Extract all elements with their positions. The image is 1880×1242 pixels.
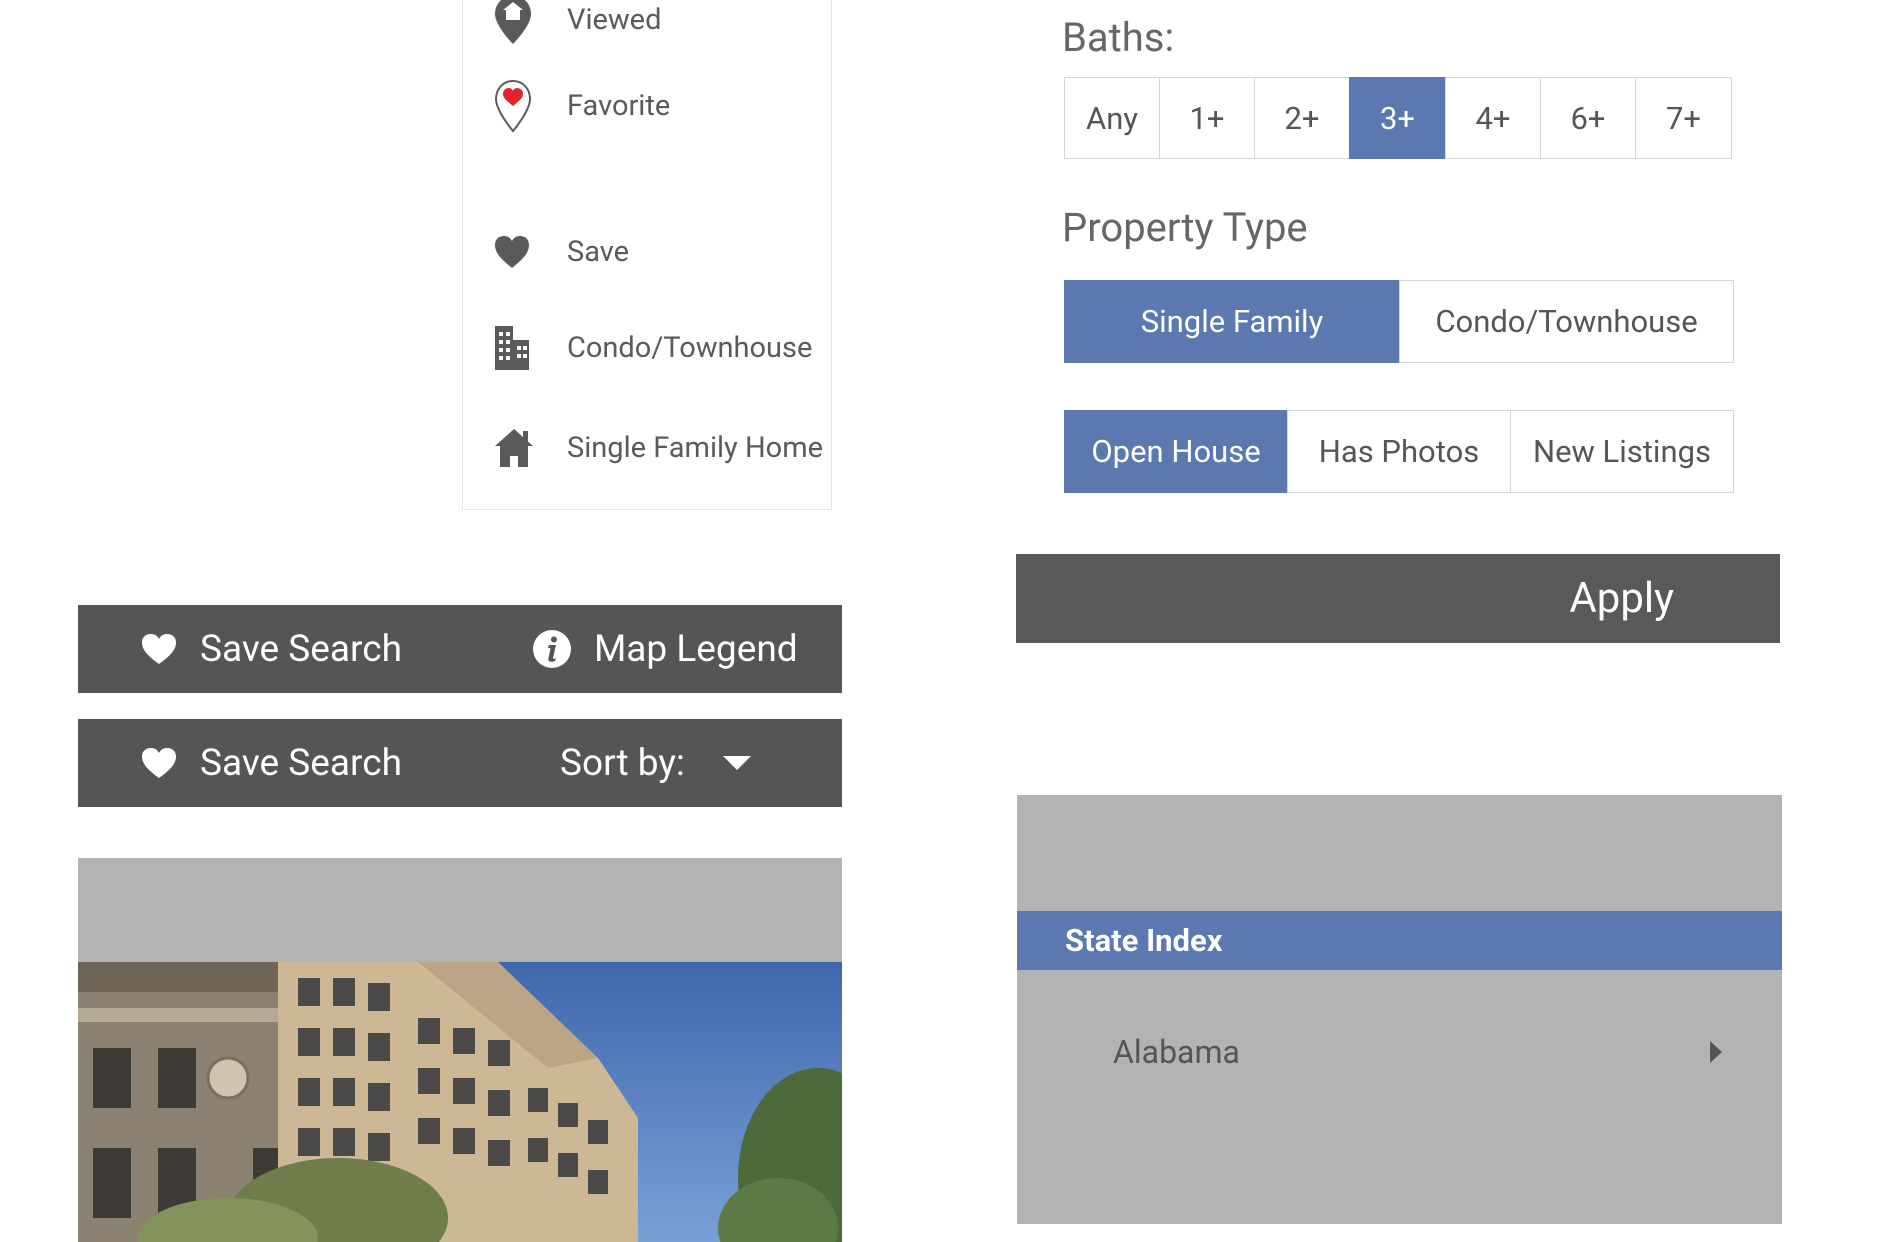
legend-item-save: Save [493, 224, 629, 280]
state-index-header: State Index [1017, 911, 1782, 970]
legend-label: Single Family Home [567, 431, 824, 465]
property-type-title: Property Type [1062, 204, 1308, 251]
heart-icon [140, 746, 178, 780]
baths-selector: Any 1+ 2+ 3+ 4+ 6+ 7+ [1064, 77, 1734, 159]
save-search-label: Save Search [200, 741, 402, 785]
viewed-pin-icon [493, 0, 537, 48]
legend-item-single-family: Single Family Home [493, 420, 823, 476]
property-type-condo[interactable]: Condo/Townhouse [1399, 280, 1734, 363]
legend-item-viewed: Viewed [493, 0, 661, 48]
state-index-title: State Index [1065, 922, 1223, 959]
legend-label: Viewed [567, 3, 662, 37]
state-index-panel: State Index Alabama [1017, 795, 1782, 1224]
baths-option-4[interactable]: 4+ [1445, 77, 1541, 159]
chevron-right-icon [1709, 1041, 1723, 1067]
property-type-single-family[interactable]: Single Family [1064, 280, 1400, 363]
baths-option-2[interactable]: 2+ [1254, 77, 1350, 159]
sort-by-label: Sort by: [560, 741, 685, 785]
save-search-label: Save Search [200, 627, 402, 671]
listing-filter-selector: Open House Has Photos New Listings [1064, 410, 1734, 493]
baths-option-6[interactable]: 6+ [1540, 77, 1636, 159]
filter-new-listings[interactable]: New Listings [1510, 410, 1734, 493]
apply-label: Apply [1569, 574, 1674, 623]
heart-icon [140, 632, 178, 666]
house-icon [493, 420, 537, 476]
map-legend-card: Viewed Favorite Save Condo/Townhouse Sin… [462, 0, 832, 510]
chevron-down-icon [722, 755, 751, 771]
property-type-selector: Single Family Condo/Townhouse [1064, 280, 1734, 363]
toolbar-save-sort: Save Search Sort by: [78, 719, 842, 807]
baths-option-7[interactable]: 7+ [1635, 77, 1732, 159]
building-icon [493, 320, 537, 376]
baths-title: Baths: [1062, 14, 1175, 61]
apply-button[interactable]: Apply [1016, 554, 1780, 643]
listing-photo-card[interactable] [78, 858, 842, 1242]
legend-item-condo: Condo/Townhouse [493, 320, 812, 376]
toolbar-save-legend: Save Search Map Legend [78, 605, 842, 693]
state-name: Alabama [1113, 1033, 1240, 1071]
sort-by-dropdown[interactable]: Sort by: [560, 719, 751, 807]
filter-open-house[interactable]: Open House [1064, 410, 1288, 493]
save-search-button[interactable]: Save Search [140, 605, 402, 693]
legend-item-favorite: Favorite [493, 78, 670, 134]
save-search-button[interactable]: Save Search [140, 719, 402, 807]
baths-option-3[interactable]: 3+ [1349, 77, 1446, 159]
legend-label: Favorite [567, 89, 671, 123]
map-legend-button[interactable]: Map Legend [532, 605, 798, 693]
building-photo [78, 858, 842, 1242]
legend-label: Condo/Townhouse [567, 331, 813, 365]
map-legend-label: Map Legend [594, 627, 798, 671]
baths-option-any[interactable]: Any [1064, 77, 1160, 159]
filter-has-photos[interactable]: Has Photos [1287, 410, 1511, 493]
baths-option-1[interactable]: 1+ [1159, 77, 1255, 159]
heart-icon [493, 224, 537, 280]
legend-label: Save [567, 235, 630, 269]
info-icon [532, 629, 572, 669]
favorite-pin-icon [493, 78, 537, 134]
state-row-alabama[interactable]: Alabama [1017, 1017, 1782, 1087]
